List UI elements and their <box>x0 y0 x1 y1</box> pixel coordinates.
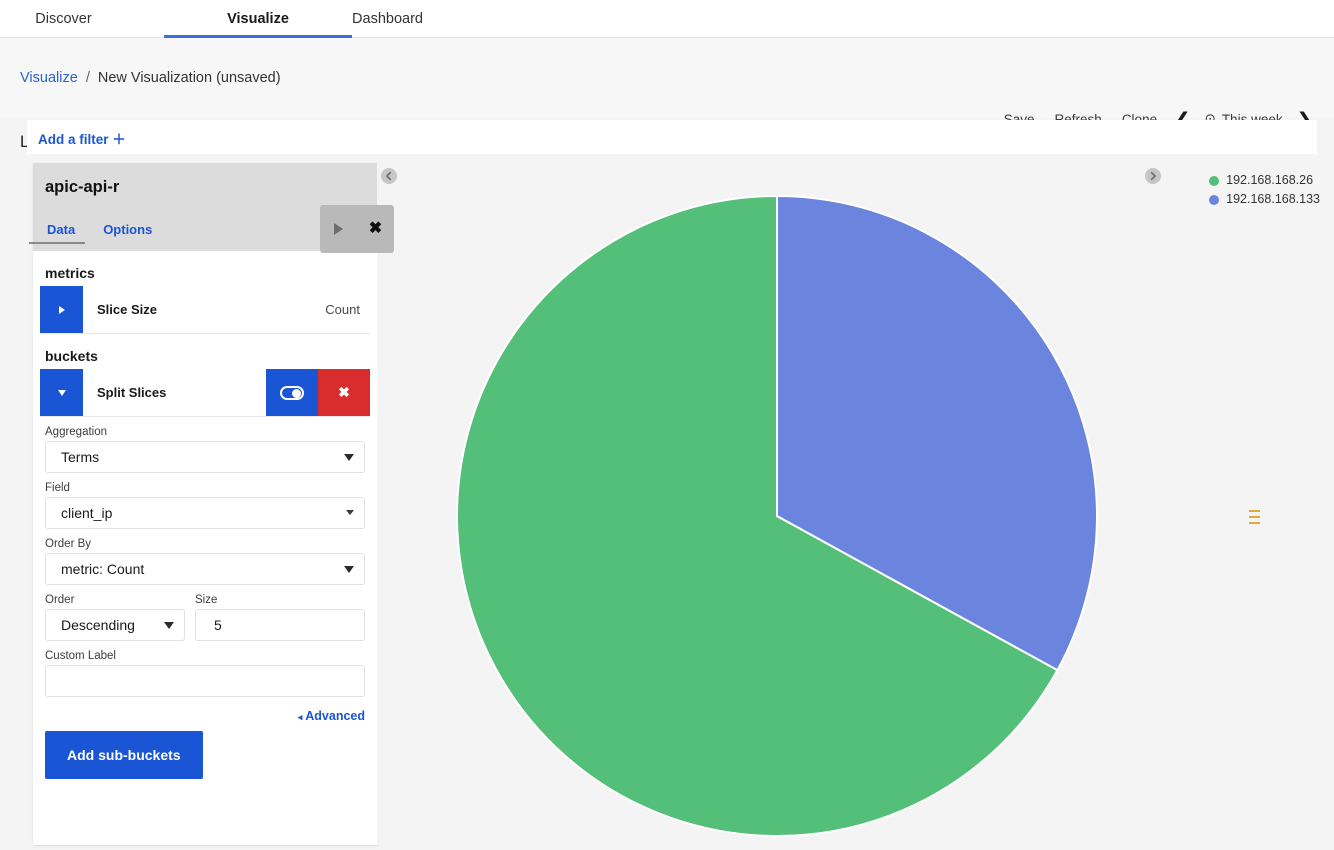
metric-label: Slice Size <box>83 286 325 333</box>
chevron-right-circle-icon <box>1145 168 1161 184</box>
tab-options-label: Options <box>103 222 152 237</box>
nav-tab-dashboard[interactable]: Dashboard <box>322 0 453 38</box>
add-filter-label: Add a filter <box>38 132 109 147</box>
bucket-row-split-slices[interactable]: Split Slices ✖ <box>40 369 370 417</box>
visualization-title: apic-api-r <box>45 178 119 197</box>
pie-chart <box>377 163 1334 845</box>
editor-tabs: Data Options <box>33 214 166 244</box>
filter-bar: Add a filter ＋ <box>27 120 1317 154</box>
breadcrumb-link-visualize[interactable]: Visualize <box>20 70 78 86</box>
advanced-label: Advanced <box>305 709 365 723</box>
metric-expand-toggle[interactable] <box>40 286 83 333</box>
field-field-group: Field <box>45 482 365 529</box>
size-field-group: Size <box>195 594 365 641</box>
breadcrumb: Visualize / New Visualization (unsaved) <box>20 70 281 86</box>
tab-data-label: Data <box>47 222 75 237</box>
editor-body: metrics Slice Size Count buckets Split S… <box>33 251 377 845</box>
add-filter-button[interactable]: Add a filter ＋ <box>38 128 126 148</box>
advanced-toggle-link[interactable]: ◂ Advanced <box>40 709 365 723</box>
bucket-remove-button[interactable]: ✖ <box>318 369 370 416</box>
tab-data[interactable]: Data <box>33 214 89 244</box>
field-label: Field <box>45 482 365 494</box>
collapse-editor-button[interactable] <box>381 168 397 189</box>
slice-handle-icon[interactable] <box>1249 510 1260 524</box>
order-select[interactable] <box>45 609 185 641</box>
nav-tab-discover[interactable]: Discover <box>0 0 127 38</box>
aggregation-label: Aggregation <box>45 426 365 438</box>
discard-changes-button[interactable]: ✖ <box>363 216 389 242</box>
caret-left-icon: ◂ <box>298 712 303 722</box>
size-label: Size <box>195 594 365 606</box>
visualization-chart-area: 192.168.168.26 192.168.168.133 <box>377 163 1334 845</box>
order-and-size-row: Order Size <box>45 594 365 641</box>
chevron-left-circle-icon <box>381 168 397 184</box>
page-header: Visualize / New Visualization (unsaved) … <box>0 39 1334 118</box>
visualization-editor-panel: apic-api-r Data Options ✖ metrics Slice … <box>33 163 377 845</box>
metric-value: Count <box>325 286 370 333</box>
plus-icon: ＋ <box>112 132 126 147</box>
custom-label-field-group: Custom Label <box>45 650 365 697</box>
order-field-group: Order <box>45 594 185 641</box>
order-by-select[interactable] <box>45 553 365 585</box>
editor-apply-controls: ✖ <box>320 205 394 253</box>
collapse-legend-button[interactable] <box>1145 168 1161 189</box>
field-select[interactable] <box>45 497 365 529</box>
top-navigation-bar: Discover Visualize Dashboard <box>0 0 1334 38</box>
pie-chart-svg[interactable] <box>377 163 1334 845</box>
order-by-field-group: Order By <box>45 538 365 585</box>
custom-label-input[interactable] <box>45 665 365 697</box>
nav-tab-visualize-label: Visualize <box>227 11 289 27</box>
tab-options[interactable]: Options <box>89 214 166 244</box>
metric-row-slice-size[interactable]: Slice Size Count <box>40 286 370 334</box>
bucket-collapse-toggle[interactable] <box>40 369 83 416</box>
size-input[interactable] <box>195 609 365 641</box>
chevron-right-icon <box>59 306 65 314</box>
close-icon: ✖ <box>369 221 382 237</box>
bucket-label: Split Slices <box>83 369 266 416</box>
chevron-down-icon <box>58 390 66 396</box>
play-icon <box>334 223 343 235</box>
close-icon: ✖ <box>338 384 350 401</box>
nav-tab-discover-label: Discover <box>35 11 91 27</box>
custom-label-label: Custom Label <box>45 650 365 662</box>
breadcrumb-separator: / <box>86 70 90 86</box>
nav-tab-dashboard-label: Dashboard <box>352 11 423 27</box>
order-by-label: Order By <box>45 538 365 550</box>
visibility-toggle-icon <box>280 386 304 400</box>
metrics-section-header: metrics <box>45 265 370 281</box>
aggregation-field-group: Aggregation <box>45 426 365 473</box>
apply-changes-button[interactable] <box>326 216 352 242</box>
breadcrumb-current: New Visualization (unsaved) <box>98 70 281 86</box>
order-label: Order <box>45 594 185 606</box>
buckets-section-header: buckets <box>45 348 370 364</box>
add-sub-buckets-button[interactable]: Add sub-buckets <box>45 731 203 779</box>
aggregation-select[interactable] <box>45 441 365 473</box>
bucket-visibility-toggle-button[interactable] <box>266 369 318 416</box>
